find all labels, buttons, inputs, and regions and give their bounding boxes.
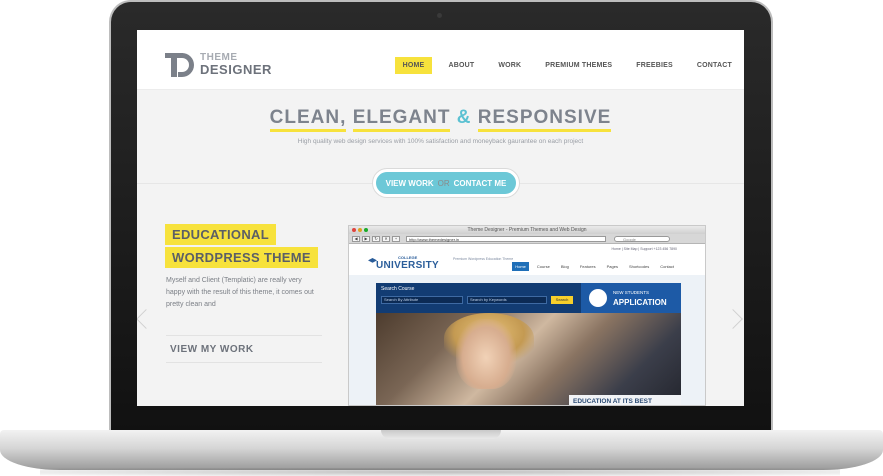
logo-text: THEME DESIGNER bbox=[200, 53, 272, 77]
nav-contact[interactable]: CONTACT bbox=[689, 57, 740, 74]
hero-word-responsive: RESPONSIVE bbox=[477, 107, 612, 132]
preview-hero-photo: EDUCATION AT ITS BEST bbox=[376, 313, 681, 405]
preview-apply-line1: NEW STUDENTS bbox=[613, 290, 649, 295]
hero-word-elegant: ELEGANT bbox=[352, 107, 451, 132]
preview-header: COLLEGE UNIVERSITY Premium Wordpress Edu… bbox=[349, 245, 705, 275]
slide-description: Myself and Client (Templatic) are really… bbox=[166, 277, 314, 308]
student-icon bbox=[589, 289, 607, 307]
slide-title-line2: WORDPRESS THEME bbox=[165, 247, 318, 268]
preview-caption: EDUCATION AT ITS BEST bbox=[569, 395, 681, 405]
preview-search-label: Search Course bbox=[381, 286, 415, 292]
cta-pill: VIEW WORK OR CONTACT ME bbox=[373, 169, 519, 197]
reload-icon: ↻ bbox=[372, 235, 380, 242]
close-dot-icon bbox=[352, 228, 356, 232]
browser-url: http://www.themedesigner.in bbox=[406, 235, 606, 242]
laptop-screen: THEME DESIGNER HOME ABOUT WORK PREMIUM T… bbox=[137, 30, 744, 406]
photo-face bbox=[456, 319, 516, 389]
add-icon: + bbox=[392, 235, 400, 242]
preview-toplinks: Home | Site Map | Support +123 456 7890 bbox=[611, 247, 677, 251]
nav-work[interactable]: WORK bbox=[490, 57, 529, 74]
preview-nav-pages: Pages bbox=[606, 264, 618, 269]
browser-titlebar: Theme Designer - Premium Themes and Web … bbox=[349, 226, 705, 234]
laptop-shadow bbox=[40, 468, 840, 476]
slider-prev-icon[interactable] bbox=[137, 309, 156, 329]
main-nav: HOME ABOUT WORK PREMIUM THEMES FREEBIES … bbox=[391, 57, 744, 74]
nav-home[interactable]: HOME bbox=[394, 57, 433, 74]
hero-amp: & bbox=[456, 107, 472, 128]
forward-icon: ▶ bbox=[362, 235, 370, 242]
preview-nav-features: Features bbox=[579, 264, 596, 269]
laptop-notch bbox=[381, 430, 501, 439]
preview-nav-contact: Contact bbox=[660, 264, 674, 269]
site-header: THEME DESIGNER HOME ABOUT WORK PREMIUM T… bbox=[137, 30, 744, 90]
preview-search-bar: Search Course Search By Attribute Search… bbox=[376, 283, 681, 313]
slide-title-line1: EDUCATIONAL bbox=[165, 224, 276, 245]
view-work-button[interactable]: VIEW WORK bbox=[386, 179, 434, 188]
nav-freebies[interactable]: FREEBIES bbox=[628, 57, 681, 74]
browser-window-title: Theme Designer - Premium Themes and Web … bbox=[467, 227, 587, 233]
logo[interactable]: THEME DESIGNER bbox=[165, 53, 272, 77]
browser-mockup: Theme Designer - Premium Themes and Web … bbox=[348, 225, 706, 406]
hero-title: CLEAN, ELEGANT & RESPONSIVE bbox=[137, 107, 744, 132]
preview-site: COLLEGE UNIVERSITY Premium Wordpress Edu… bbox=[349, 245, 705, 405]
nav-about[interactable]: ABOUT bbox=[440, 57, 482, 74]
browser-search: Google bbox=[614, 235, 670, 242]
preview-apply-box: NEW STUDENTS APPLICATION bbox=[581, 283, 681, 313]
slider-next-icon[interactable] bbox=[723, 309, 743, 329]
hero-word-clean: CLEAN, bbox=[269, 107, 347, 132]
preview-logo-university: UNIVERSITY bbox=[376, 260, 440, 271]
preview-logo: COLLEGE UNIVERSITY bbox=[368, 255, 440, 271]
minimize-dot-icon bbox=[358, 228, 362, 232]
cta-or: OR bbox=[437, 178, 450, 188]
preview-nav-shortcodes: Shortcodes bbox=[628, 264, 650, 269]
preview-apply-line2: APPLICATION bbox=[613, 298, 667, 307]
back-icon: ◀ bbox=[352, 235, 360, 242]
contact-me-button[interactable]: CONTACT ME bbox=[454, 179, 507, 188]
hero-subtitle: High quality web design services with 10… bbox=[297, 138, 584, 145]
preview-nav-blog: Blog bbox=[560, 264, 569, 269]
browser-toolbar: ◀ ▶ ↻ ✕ + http://www.themedesigner.in Go… bbox=[349, 234, 705, 244]
preview-search-keywords: Search by Keywords bbox=[467, 296, 547, 304]
preview-tagline: Premium Wordpress Education Theme bbox=[453, 257, 514, 261]
preview-nav: Home Course Blog Features Pages Shortcod… bbox=[507, 262, 677, 271]
preview-search-attribute: Search By Attribute bbox=[381, 296, 463, 304]
camera-icon bbox=[437, 13, 442, 18]
preview-nav-home: Home bbox=[512, 262, 529, 271]
window-controls bbox=[352, 228, 370, 232]
logo-line2: DESIGNER bbox=[200, 62, 272, 77]
view-my-work-button[interactable]: VIEW MY WORK bbox=[166, 335, 322, 363]
logo-mark-icon bbox=[165, 53, 197, 77]
maximize-dot-icon bbox=[364, 228, 368, 232]
preview-nav-course: Course bbox=[536, 264, 550, 269]
preview-search-button: Search bbox=[551, 296, 573, 304]
nav-premium-themes[interactable]: PREMIUM THEMES bbox=[537, 57, 620, 74]
slide-title: EDUCATIONAL WORDPRESS THEME bbox=[165, 224, 318, 270]
stop-icon: ✕ bbox=[382, 235, 390, 242]
